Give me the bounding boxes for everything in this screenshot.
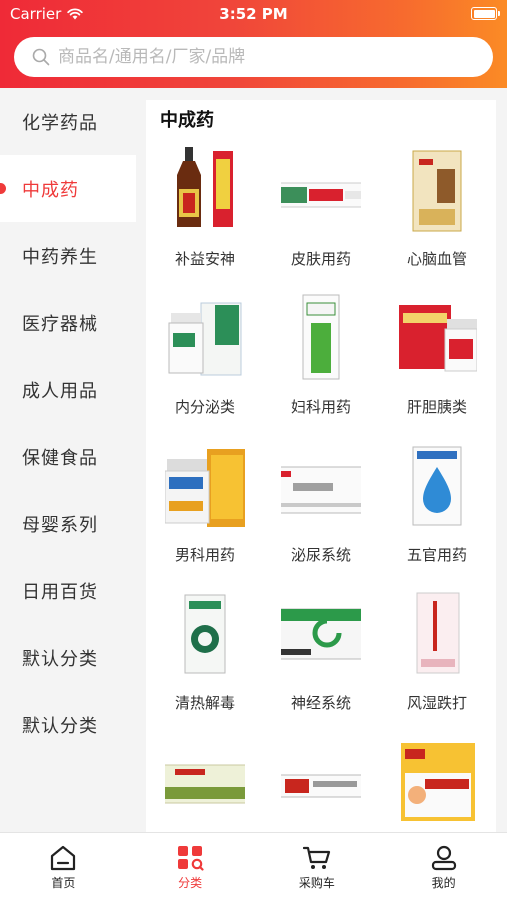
- battery-icon: [471, 7, 500, 20]
- panel-title: 中成药: [160, 110, 214, 131]
- subcategory-label: 风湿跌打: [406, 694, 467, 712]
- herbal-box-image: [412, 150, 462, 232]
- category-sidebar: 化学药品 中成药 中药养生 医疗器械 成人用品 保健食品 母婴系列 日用百货 默…: [0, 88, 136, 832]
- nerve-capsule-image: [281, 608, 361, 660]
- ointment-tube-image: [281, 774, 361, 798]
- subcategory-panel: 中成药 补益安神 皮肤用药 心脑血管 内分泌类 妇科用药 肝胆胰类 男科用药 泌…: [146, 100, 496, 832]
- profile-icon: [431, 845, 456, 871]
- subcategory-label: 皮肤用药: [290, 250, 351, 268]
- mens-health-image: [165, 449, 245, 527]
- search-icon: [32, 48, 50, 66]
- oral-liquid-image: [165, 764, 245, 804]
- tab-label: 采购车: [298, 876, 335, 890]
- sidebar-item-chemical-drugs[interactable]: 化学药品: [0, 88, 136, 155]
- sidebar-item-default-category-2[interactable]: 默认分类: [0, 691, 136, 758]
- cart-icon: [302, 846, 330, 869]
- active-indicator-dot: [0, 183, 6, 194]
- subcategory-item[interactable]: 五官用药: [379, 436, 495, 581]
- status-time: 3:52 PM: [219, 5, 288, 23]
- child-patch-image: [401, 743, 475, 821]
- header: Carrier 3:52 PM: [0, 0, 507, 88]
- sidebar-item-health-food[interactable]: 保健食品: [0, 423, 136, 490]
- subcategory-item[interactable]: 内分泌类: [147, 288, 263, 433]
- sidebar-item-mother-baby[interactable]: 母婴系列: [0, 490, 136, 557]
- subcategory-label: 内分泌类: [174, 398, 235, 416]
- subcategory-item[interactable]: 心脑血管: [379, 140, 495, 285]
- tonic-bottle-image: [177, 147, 233, 227]
- tab-bar: 首页 分类 采购车 我的: [0, 832, 507, 900]
- pill-bottle-image: [168, 302, 242, 376]
- subcategory-item[interactable]: [379, 732, 495, 832]
- search-bar[interactable]: [14, 37, 493, 77]
- subcategory-label: 肝胆胰类: [406, 398, 467, 416]
- subcategory-item[interactable]: 神经系统: [263, 584, 379, 729]
- sidebar-item-chinese-patent-medicine[interactable]: 中成药: [0, 155, 136, 222]
- rheumatism-box-image: [416, 592, 460, 674]
- sidebar-item-adult-products[interactable]: 成人用品: [0, 356, 136, 423]
- status-bar: Carrier 3:52 PM: [0, 0, 507, 28]
- subcategory-item[interactable]: [147, 732, 263, 832]
- subcategory-item[interactable]: 风湿跌打: [379, 584, 495, 729]
- gynecology-box-image: [302, 294, 340, 380]
- subcategory-item[interactable]: 补益安神: [147, 140, 263, 285]
- search-input[interactable]: [58, 47, 458, 67]
- subcategory-label: 妇科用药: [290, 398, 351, 416]
- subcategory-item[interactable]: [263, 732, 379, 832]
- category-icon: [178, 846, 204, 871]
- subcategory-item[interactable]: 清热解毒: [147, 584, 263, 729]
- subcategory-item[interactable]: 泌尿系统: [263, 436, 379, 581]
- sidebar-item-medical-devices[interactable]: 医疗器械: [0, 289, 136, 356]
- ointment-box-image: [281, 182, 361, 208]
- subcategory-label: 清热解毒: [174, 694, 235, 712]
- throat-box-image: [184, 594, 226, 674]
- tab-home[interactable]: 首页: [0, 833, 127, 900]
- subcategory-label: 五官用药: [406, 546, 467, 564]
- subcategory-item[interactable]: 肝胆胰类: [379, 288, 495, 433]
- sidebar-item-daily-goods[interactable]: 日用百货: [0, 557, 136, 624]
- eye-drops-image: [412, 446, 462, 526]
- tab-label: 我的: [431, 876, 456, 890]
- tab-category[interactable]: 分类: [127, 833, 254, 900]
- capsule-box-image: [281, 466, 361, 514]
- tab-label: 分类: [178, 876, 203, 890]
- subcategory-item[interactable]: 妇科用药: [263, 288, 379, 433]
- subcategory-label: 心脑血管: [406, 250, 467, 268]
- tab-label: 首页: [51, 876, 76, 890]
- subcategory-item[interactable]: 皮肤用药: [263, 140, 379, 285]
- liver-medicine-image: [399, 305, 477, 372]
- tab-cart[interactable]: 采购车: [254, 833, 381, 900]
- subcategory-label: 神经系统: [290, 694, 351, 712]
- sidebar-item-tcm-health[interactable]: 中药养生: [0, 222, 136, 289]
- sidebar-item-default-category[interactable]: 默认分类: [0, 624, 136, 691]
- subcategory-label: 补益安神: [174, 250, 235, 268]
- subcategory-item[interactable]: 男科用药: [147, 436, 263, 581]
- subcategory-label: 男科用药: [174, 546, 235, 564]
- home-icon: [51, 845, 76, 871]
- subcategory-label: 泌尿系统: [290, 546, 351, 564]
- tab-profile[interactable]: 我的: [380, 833, 507, 900]
